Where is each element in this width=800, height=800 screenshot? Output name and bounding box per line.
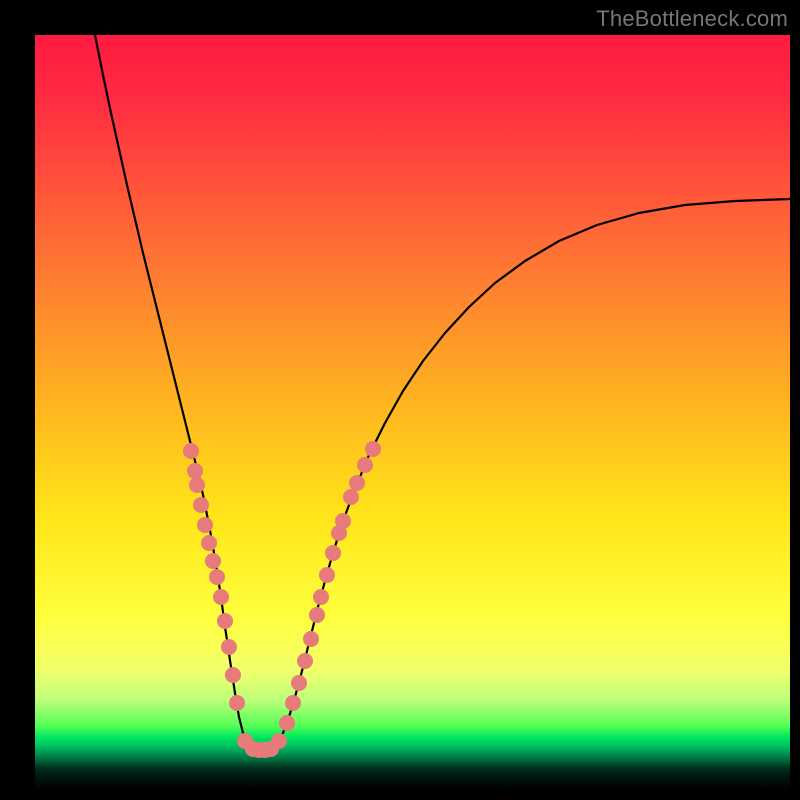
data-dot [365, 441, 381, 457]
data-dots [183, 441, 381, 758]
data-dot [285, 695, 301, 711]
watermark-text: TheBottleneck.com [596, 6, 788, 32]
data-dot [309, 607, 325, 623]
data-dot [209, 569, 225, 585]
data-dot [271, 733, 287, 749]
data-dot [213, 589, 229, 605]
data-dot [313, 589, 329, 605]
data-dot [297, 653, 313, 669]
data-dot [349, 475, 365, 491]
data-dot [225, 667, 241, 683]
bottleneck-curve [95, 35, 790, 750]
data-dot [221, 639, 237, 655]
data-dot [201, 535, 217, 551]
data-dot [343, 489, 359, 505]
data-dot [217, 613, 233, 629]
data-dot [183, 443, 199, 459]
chart-svg [35, 35, 790, 790]
data-dot [291, 675, 307, 691]
data-dot [357, 457, 373, 473]
data-dot [319, 567, 335, 583]
data-dot [187, 463, 203, 479]
data-dot [189, 477, 205, 493]
data-dot [335, 513, 351, 529]
data-dot [325, 545, 341, 561]
data-dot [205, 553, 221, 569]
data-dot [303, 631, 319, 647]
data-dot [197, 517, 213, 533]
data-dot [279, 715, 295, 731]
data-dot [193, 497, 209, 513]
data-dot [229, 695, 245, 711]
chart-frame: TheBottleneck.com [0, 0, 800, 800]
